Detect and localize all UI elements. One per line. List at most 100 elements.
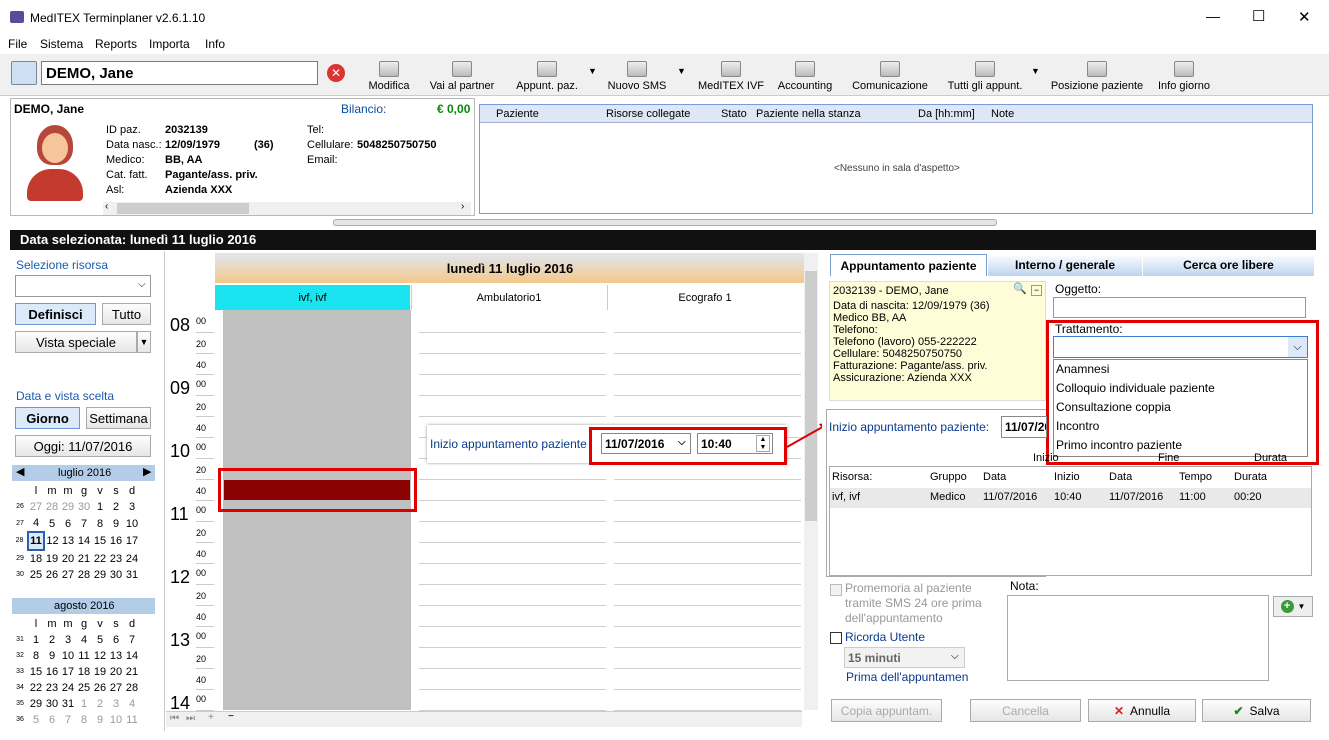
calendar-day[interactable]: 30: [108, 567, 124, 583]
time-slot[interactable]: [419, 416, 606, 417]
clear-search-icon[interactable]: ✕: [327, 64, 345, 82]
calendar-day[interactable]: 11: [124, 712, 140, 728]
add-note-button[interactable]: + ▼: [1273, 596, 1313, 617]
time-slot[interactable]: [419, 332, 606, 333]
option-colloquio[interactable]: Colloquio individuale paziente: [1056, 381, 1215, 395]
calendar-day[interactable]: 2: [108, 499, 124, 515]
calendar-day[interactable]: 3: [108, 696, 124, 712]
calendar-day[interactable]: 14: [76, 532, 92, 550]
calendar-day[interactable]: 5: [92, 632, 108, 648]
col-note[interactable]: Note: [991, 108, 1014, 120]
appunt-dropdown-icon[interactable]: ▼: [588, 66, 597, 76]
week-view-button[interactable]: Settimana: [86, 407, 151, 429]
calendar-day[interactable]: 30: [44, 696, 60, 712]
prev-month-icon[interactable]: ◀: [16, 465, 24, 478]
calendar-day[interactable]: 19: [44, 550, 60, 567]
calendar-day[interactable]: 19: [92, 664, 108, 680]
add-icon[interactable]: +: [208, 712, 214, 723]
calendar-day[interactable]: 29: [60, 499, 76, 515]
delete-button[interactable]: Cancella: [970, 699, 1081, 722]
next-month-icon[interactable]: ▶: [143, 465, 151, 478]
collapse-icon[interactable]: −: [1031, 285, 1042, 296]
calendar-day[interactable]: 25: [76, 680, 92, 696]
calendar-vscroll[interactable]: [804, 253, 818, 710]
calendar-day[interactable]: 21: [124, 664, 140, 680]
toolbar-accounting[interactable]: Accounting: [774, 56, 836, 92]
calendar-day[interactable]: 4: [76, 632, 92, 648]
calendar-day[interactable]: 1: [76, 696, 92, 712]
calendar-day[interactable]: 8: [76, 712, 92, 728]
time-slot[interactable]: [419, 500, 606, 501]
calendar-day[interactable]: 13: [108, 648, 124, 664]
calendar-day[interactable]: 6: [108, 632, 124, 648]
toolbar-appunt-paz[interactable]: Appunt. paz.: [510, 56, 584, 92]
calendar-day[interactable]: 17: [124, 532, 140, 550]
col-risorse[interactable]: Risorse collegate: [606, 108, 690, 120]
search-icon[interactable]: 🔍: [1013, 283, 1027, 295]
remove-icon[interactable]: −: [228, 711, 234, 722]
calendar-day[interactable]: 15: [28, 664, 44, 680]
column-ivf[interactable]: ivf, ivf: [215, 285, 410, 310]
calendar-day[interactable]: 7: [60, 712, 76, 728]
calendar-day[interactable]: 24: [124, 550, 140, 567]
calendar-day[interactable]: 31: [60, 696, 76, 712]
calendar-day[interactable]: 16: [44, 664, 60, 680]
toolbar-nuovo-sms[interactable]: Nuovo SMS: [604, 56, 670, 92]
day-view-button[interactable]: Giorno: [15, 407, 80, 429]
column-ambulatorio[interactable]: Ambulatorio1: [411, 285, 606, 310]
calendar-day[interactable]: 28: [76, 567, 92, 583]
calendar-day[interactable]: 23: [108, 550, 124, 567]
time-slot[interactable]: [419, 626, 606, 627]
close-button[interactable]: ✕: [1298, 8, 1311, 26]
save-button[interactable]: ✔ Salva: [1202, 699, 1311, 722]
time-slot[interactable]: [614, 374, 801, 375]
calendar-day[interactable]: 7: [124, 632, 140, 648]
calendar-day[interactable]: 11: [76, 648, 92, 664]
maximize-button[interactable]: ☐: [1252, 7, 1265, 25]
time-slot[interactable]: [419, 374, 606, 375]
time-slot[interactable]: [614, 668, 801, 669]
calendar-day[interactable]: 10: [60, 648, 76, 664]
define-button[interactable]: Definisci: [15, 303, 96, 325]
calendar-day[interactable]: 16: [108, 532, 124, 550]
calendar-day[interactable]: 3: [60, 632, 76, 648]
patient-search-input[interactable]: DEMO, Jane: [41, 61, 318, 85]
calendar-day[interactable]: 27: [60, 567, 76, 583]
time-slot[interactable]: [419, 584, 606, 585]
col-paziente[interactable]: Paziente: [496, 108, 539, 120]
spin-icon[interactable]: ▲ ▼: [756, 435, 770, 452]
sms-checkbox[interactable]: [830, 584, 842, 596]
calendar-day[interactable]: 12: [44, 532, 60, 550]
calendar-day[interactable]: 11: [27, 531, 45, 551]
tab-appuntamento[interactable]: Appuntamento paziente: [830, 254, 987, 276]
note-textarea[interactable]: [1007, 595, 1269, 681]
calendar-day[interactable]: 2: [44, 632, 60, 648]
special-view-dropdown[interactable]: ▼: [137, 331, 151, 353]
calendar-day[interactable]: 9: [108, 515, 124, 532]
calendar-day[interactable]: 17: [60, 664, 76, 680]
time-slot[interactable]: [614, 626, 801, 627]
sms-dropdown-icon[interactable]: ▼: [677, 66, 686, 76]
calendar-day[interactable]: 4: [28, 515, 44, 532]
calendar-day[interactable]: 4: [124, 696, 140, 712]
patient-search-icon[interactable]: [11, 61, 37, 85]
calendar-day[interactable]: 21: [76, 550, 92, 567]
time-slot[interactable]: [614, 563, 801, 564]
menu-info[interactable]: Info: [205, 37, 225, 51]
time-slot[interactable]: [614, 689, 801, 690]
calendar-day[interactable]: 14: [124, 648, 140, 664]
time-slot[interactable]: [614, 500, 801, 501]
option-anamnesi[interactable]: Anamnesi: [1056, 362, 1109, 376]
calendar-day[interactable]: 1: [92, 499, 108, 515]
calendar-day[interactable]: 23: [44, 680, 60, 696]
time-slot[interactable]: [614, 542, 801, 543]
time-slot[interactable]: [614, 584, 801, 585]
calendar-day[interactable]: 26: [92, 680, 108, 696]
tab-interno[interactable]: Interno / generale: [988, 254, 1142, 276]
column-ecografo[interactable]: Ecografo 1: [607, 285, 802, 310]
tutti-dropdown-icon[interactable]: ▼: [1031, 66, 1040, 76]
time-slot[interactable]: [419, 563, 606, 564]
subject-input[interactable]: [1053, 297, 1306, 318]
all-button[interactable]: Tutto: [102, 303, 151, 325]
time-slot[interactable]: [614, 521, 801, 522]
